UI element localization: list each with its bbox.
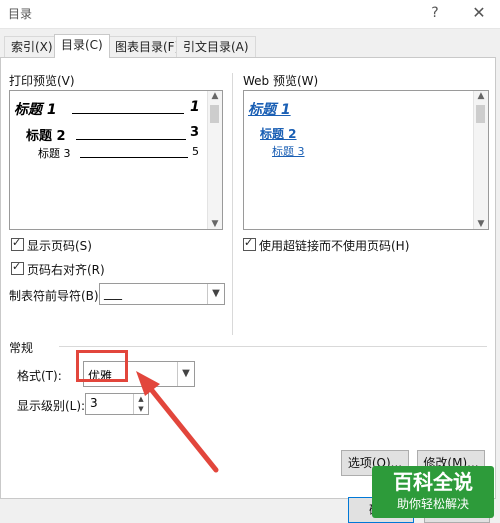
tab-toc[interactable]: 目录(C) — [54, 34, 110, 58]
annotation-arrow-icon — [136, 371, 219, 473]
watermark-badge: 百科全说 助你轻松解决 — [372, 466, 494, 518]
watermark-subtitle: 助你轻松解决 — [396, 497, 469, 511]
watermark-title: 百科全说 — [393, 470, 473, 494]
